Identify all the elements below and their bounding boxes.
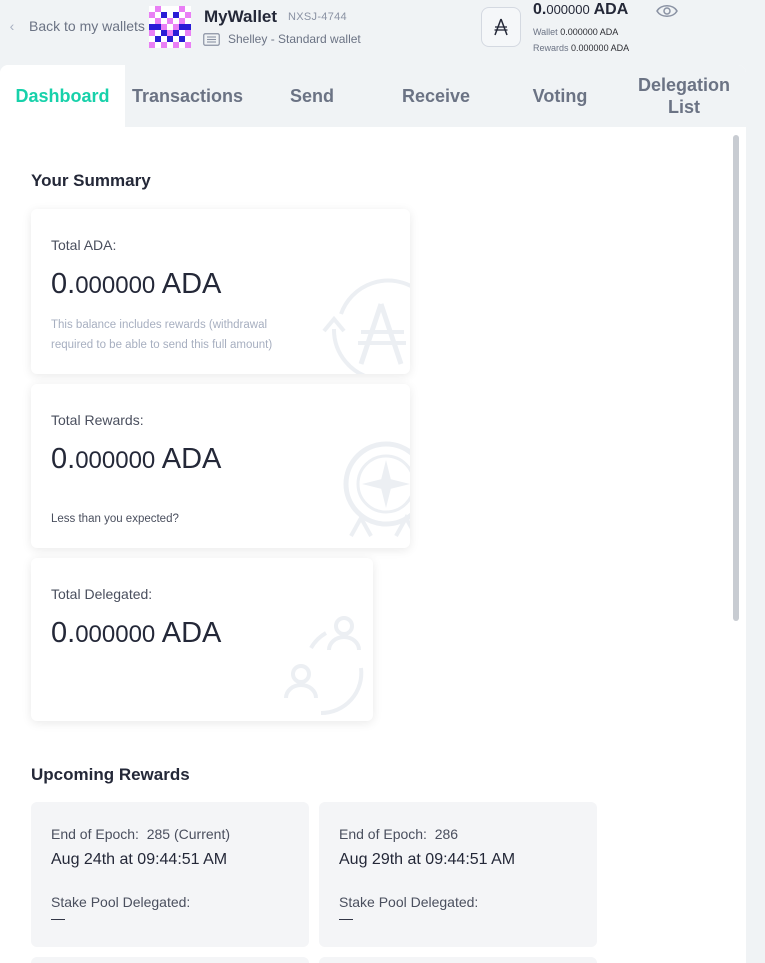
tab-receive[interactable]: Receive — [374, 65, 498, 127]
epoch-label-text: End of Epoch: — [51, 826, 139, 842]
total-ada-note: This balance includes rewards (withdrawa… — [51, 319, 273, 351]
wallet-type: Shelley - Standard wallet — [203, 32, 361, 46]
back-label: Back to my wallets — [29, 18, 145, 34]
total-delegated-card: Total Delegated: 0.000000 ADA — [31, 558, 373, 721]
chevron-left-icon: ‹ — [9, 18, 15, 34]
total-ada-dec: 000000 — [75, 272, 156, 299]
wallet-balance-value: 0.000000 ADA — [560, 27, 619, 37]
tab-send[interactable]: Send — [250, 65, 374, 127]
stake-pool-value: — — [339, 910, 353, 926]
main-panel: Dashboard Transactions Send Receive Voti… — [0, 65, 746, 963]
header-balance-int: 0. — [533, 1, 547, 18]
upcoming-reward-card: End of Epoch: 285 (Current) Aug 24th at … — [31, 802, 309, 947]
epoch-label: End of Epoch: 285 (Current) — [51, 826, 230, 842]
scrollbar[interactable] — [733, 135, 739, 621]
back-to-wallets-button[interactable]: ‹ Back to my wallets — [0, 14, 145, 38]
ada-logo-button — [481, 7, 521, 47]
header-balance: 0.000000 ADA — [533, 1, 628, 19]
tab-bar: Dashboard Transactions Send Receive Voti… — [0, 65, 746, 127]
tab-voting[interactable]: Voting — [498, 65, 622, 127]
total-delegated-dec: 000000 — [75, 621, 156, 648]
tab-dashboard[interactable]: Dashboard — [0, 65, 125, 127]
rewards-balance-label: Rewards — [533, 43, 569, 53]
total-delegated-amount: 0.000000 ADA — [51, 617, 221, 650]
total-ada-label: Total ADA: — [51, 237, 117, 253]
total-rewards-unit: ADA — [155, 443, 222, 475]
ada-coin-watermark-icon — [322, 278, 410, 374]
header-wallet-balance: Wallet 0.000000 ADA — [533, 27, 618, 37]
summary-title: Your Summary — [31, 171, 151, 190]
delegation-watermark-icon — [284, 616, 364, 716]
total-delegated-unit: ADA — [155, 617, 222, 649]
epoch-end-date: Aug 24th at 09:44:51 AM — [51, 851, 228, 868]
total-rewards-dec: 000000 — [75, 447, 156, 474]
epoch-number: 286 — [434, 826, 459, 842]
epoch-end-date: Aug 29th at 09:44:51 AM — [339, 851, 516, 868]
total-rewards-card: Total Rewards: 0.000000 ADA Less than yo… — [31, 384, 410, 548]
wallet-name: MyWallet — [204, 7, 278, 26]
epoch-label: End of Epoch: 286 — [339, 826, 458, 842]
stake-pool-label: Stake Pool Delegated: — [51, 894, 191, 910]
total-rewards-int: 0. — [51, 443, 76, 475]
stake-pool-value: — — [51, 910, 65, 926]
total-rewards-amount: 0.000000 ADA — [51, 443, 221, 476]
upcoming-reward-card: End of Epoch: 286 Aug 29th at 09:44:51 A… — [319, 802, 597, 947]
total-delegated-label: Total Delegated: — [51, 586, 153, 602]
total-ada-int: 0. — [51, 268, 76, 300]
wallet-type-label: Shelley - Standard wallet — [228, 32, 361, 46]
top-bar: ‹ Back to my wallets MyWallet NXSJ-4744 … — [0, 0, 765, 64]
tab-transactions[interactable]: Transactions — [125, 65, 250, 127]
rewards-balance-value: 0.000000 ADA — [571, 43, 630, 53]
total-ada-amount: 0.000000 ADA — [51, 268, 221, 301]
upcoming-rewards-title: Upcoming Rewards — [31, 765, 190, 784]
epoch-label-text: End of Epoch: — [339, 826, 427, 842]
ada-logo-icon — [494, 18, 508, 36]
upcoming-reward-card-partial — [319, 957, 597, 963]
compass-watermark-icon — [343, 441, 410, 537]
total-ada-card: Total ADA: 0.000000 ADA This balance inc… — [31, 209, 410, 374]
stake-pool-label: Stake Pool Delegated: — [339, 894, 479, 910]
card-icon — [203, 32, 220, 46]
header-balance-dec: 000000 — [546, 2, 590, 17]
epoch-number: 285 (Current) — [146, 826, 230, 842]
wallet-balance-label: Wallet — [533, 27, 558, 37]
upcoming-reward-card-partial — [31, 957, 309, 963]
tab-delegation-list[interactable]: Delegation List — [622, 65, 746, 127]
total-rewards-label: Total Rewards: — [51, 412, 144, 428]
less-than-expected-link[interactable]: Less than you expected? — [51, 513, 179, 525]
wallet-identicon — [149, 6, 191, 48]
eye-icon[interactable] — [655, 2, 679, 20]
total-ada-unit: ADA — [155, 268, 222, 300]
total-delegated-int: 0. — [51, 617, 76, 649]
header-balance-unit: ADA — [593, 1, 629, 18]
header-rewards-balance: Rewards 0.000000 ADA — [533, 43, 629, 53]
wallet-checksum: NXSJ-4744 — [288, 11, 347, 23]
